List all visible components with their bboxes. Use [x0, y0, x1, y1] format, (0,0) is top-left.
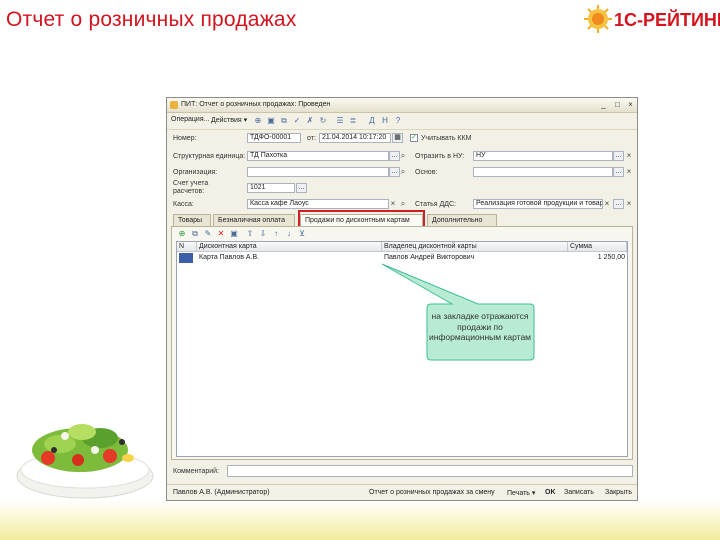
print-label: Печать: [507, 490, 530, 497]
number-field[interactable]: ТДФО-00001: [247, 133, 301, 143]
organization-field[interactable]: [247, 167, 389, 177]
dds-remove-icon[interactable]: ×: [625, 199, 633, 209]
reflect-label: Отразить в НУ:: [415, 153, 465, 160]
reflect-select-button[interactable]: …: [613, 151, 624, 161]
division-search-icon[interactable]: ⌕: [399, 151, 407, 161]
sum-cell[interactable]: 1 250,00: [570, 253, 625, 263]
tab-goods[interactable]: Товары: [173, 214, 211, 226]
reflect-field[interactable]: НУ: [473, 151, 613, 161]
current-user: Павлов А.В. (Администратор): [173, 489, 270, 496]
report-link[interactable]: Отчет о розничных продажах за смену: [369, 489, 495, 496]
dds-field[interactable]: Реализация готовой продукции и товаров: [473, 199, 603, 209]
basis-clear-icon[interactable]: ×: [625, 167, 633, 177]
organization-search-icon[interactable]: ⌕: [399, 167, 407, 177]
row-selection-marker: [181, 253, 193, 263]
date-from-label: от:: [307, 135, 316, 142]
add-icon[interactable]: ⊕: [253, 116, 263, 126]
column-header-n[interactable]: N: [177, 242, 197, 252]
account-select-button[interactable]: …: [296, 183, 307, 193]
grid-filter-icon[interactable]: ⊻: [297, 229, 307, 239]
division-field[interactable]: ТД Пахотка: [247, 151, 389, 161]
dds-label: Статья ДДС:: [415, 201, 456, 208]
division-label: Структурная единица:: [173, 153, 246, 160]
save-icon[interactable]: ▣: [266, 116, 276, 126]
grid-move-down-icon[interactable]: ⇩: [258, 229, 268, 239]
maximize-icon[interactable]: □: [613, 100, 622, 109]
structure-icon[interactable]: ☰: [335, 116, 345, 126]
dds-clear-icon[interactable]: ×: [603, 199, 611, 209]
status-bar: Павлов А.В. (Администратор) Отчет о розн…: [167, 484, 637, 501]
post-icon[interactable]: ✓: [292, 116, 302, 126]
close-icon[interactable]: ×: [626, 100, 635, 109]
tab-additional[interactable]: Дополнительно: [427, 214, 497, 226]
print-button[interactable]: Печать ▾: [507, 489, 535, 497]
grid-delete-icon[interactable]: ✕: [216, 229, 226, 239]
account-kkm-checkbox[interactable]: ✓: [410, 134, 418, 142]
column-header-sum[interactable]: Сумма: [568, 242, 627, 252]
number-label: Номер:: [173, 135, 197, 142]
refresh-icon[interactable]: ↻: [318, 116, 328, 126]
comment-field[interactable]: [227, 465, 633, 477]
nu-icon[interactable]: Н: [380, 116, 390, 126]
app-icon: [170, 101, 178, 109]
window-title: ПИТ: Отчет о розничных продажах: Проведе…: [181, 101, 331, 108]
account-field[interactable]: 1021: [247, 183, 295, 193]
grid-sort-asc-icon[interactable]: ↑: [271, 229, 281, 239]
reflect-clear-icon[interactable]: ×: [625, 151, 633, 161]
logo-text: 1С-РЕЙТИНГ: [614, 10, 720, 30]
organization-label: Организация:: [173, 169, 218, 176]
actions-label: Действия: [211, 117, 242, 124]
discount-card-sales-table: N Дисконтная карта Владелец дисконтной к…: [176, 241, 628, 457]
cash-field[interactable]: Касса кафе Лаоус: [247, 199, 389, 209]
close-button[interactable]: Закрыть: [605, 489, 632, 496]
grid-edit-icon[interactable]: ✎: [203, 229, 213, 239]
account-kkm-label: Учитывать ККМ: [421, 135, 472, 142]
calendar-button[interactable]: ▦: [392, 133, 403, 143]
save-button[interactable]: Записать: [564, 489, 594, 496]
dt-kt-icon[interactable]: Д: [367, 116, 377, 126]
comment-label: Комментарий:: [173, 468, 220, 475]
operation-button[interactable]: Операция...: [171, 116, 209, 123]
column-header-owner[interactable]: Владелец дисконтной карты: [382, 242, 568, 252]
actions-menu-button[interactable]: Действия ▾: [211, 116, 247, 124]
dds-select-button[interactable]: …: [613, 199, 624, 209]
column-header-card[interactable]: Дисконтная карта: [197, 242, 382, 252]
movements-icon[interactable]: ≣: [348, 116, 358, 126]
salad-bowl-illustration: [16, 424, 154, 499]
window-titlebar: ПИТ: Отчет о розничных продажах: Проведе…: [167, 98, 637, 113]
copy-icon[interactable]: ⧉: [279, 116, 289, 126]
card-cell[interactable]: Карта Павлов А.В.: [199, 253, 259, 263]
brand-logo: 1С-РЕЙТИНГ: [583, 4, 720, 34]
unpost-icon[interactable]: ✗: [305, 116, 315, 126]
minimize-icon[interactable]: _: [599, 100, 608, 109]
basis-select-button[interactable]: …: [613, 167, 624, 177]
sun-icon: [584, 5, 612, 33]
grid-copy-icon[interactable]: ⧉: [190, 229, 200, 239]
tab-cashless-payment[interactable]: Безналичная оплата: [213, 214, 295, 226]
cash-search-icon[interactable]: ⌕: [399, 199, 407, 209]
callout-text: на закладке отражаются продажи по информ…: [428, 311, 532, 342]
date-field[interactable]: 21.04.2014 10:17:20: [319, 133, 391, 143]
cash-clear-icon[interactable]: ×: [389, 199, 397, 209]
basis-label: Основ:: [415, 169, 438, 176]
cash-label: Касса:: [173, 201, 194, 208]
grid-end-edit-icon[interactable]: ▣: [229, 229, 239, 239]
basis-field[interactable]: [473, 167, 613, 177]
document-window: ПИТ: Отчет о розничных продажах: Проведе…: [166, 97, 638, 501]
slide-title: Отчет о розничных продажах: [6, 8, 297, 31]
ok-button[interactable]: OK: [545, 489, 556, 496]
grid-move-up-icon[interactable]: ⇧: [245, 229, 255, 239]
grid-sort-desc-icon[interactable]: ↓: [284, 229, 294, 239]
toolbar: Операция... Действия ▾ ⊕ ▣ ⧉ ✓ ✗ ↻ ☰ ≣ Д…: [167, 113, 637, 130]
grid-add-icon[interactable]: ⊕: [177, 229, 187, 239]
owner-cell[interactable]: Павлов Андрей Викторович: [384, 253, 474, 263]
account-label: Счет учета расчетов:: [173, 180, 209, 195]
help-icon[interactable]: ?: [393, 116, 403, 126]
